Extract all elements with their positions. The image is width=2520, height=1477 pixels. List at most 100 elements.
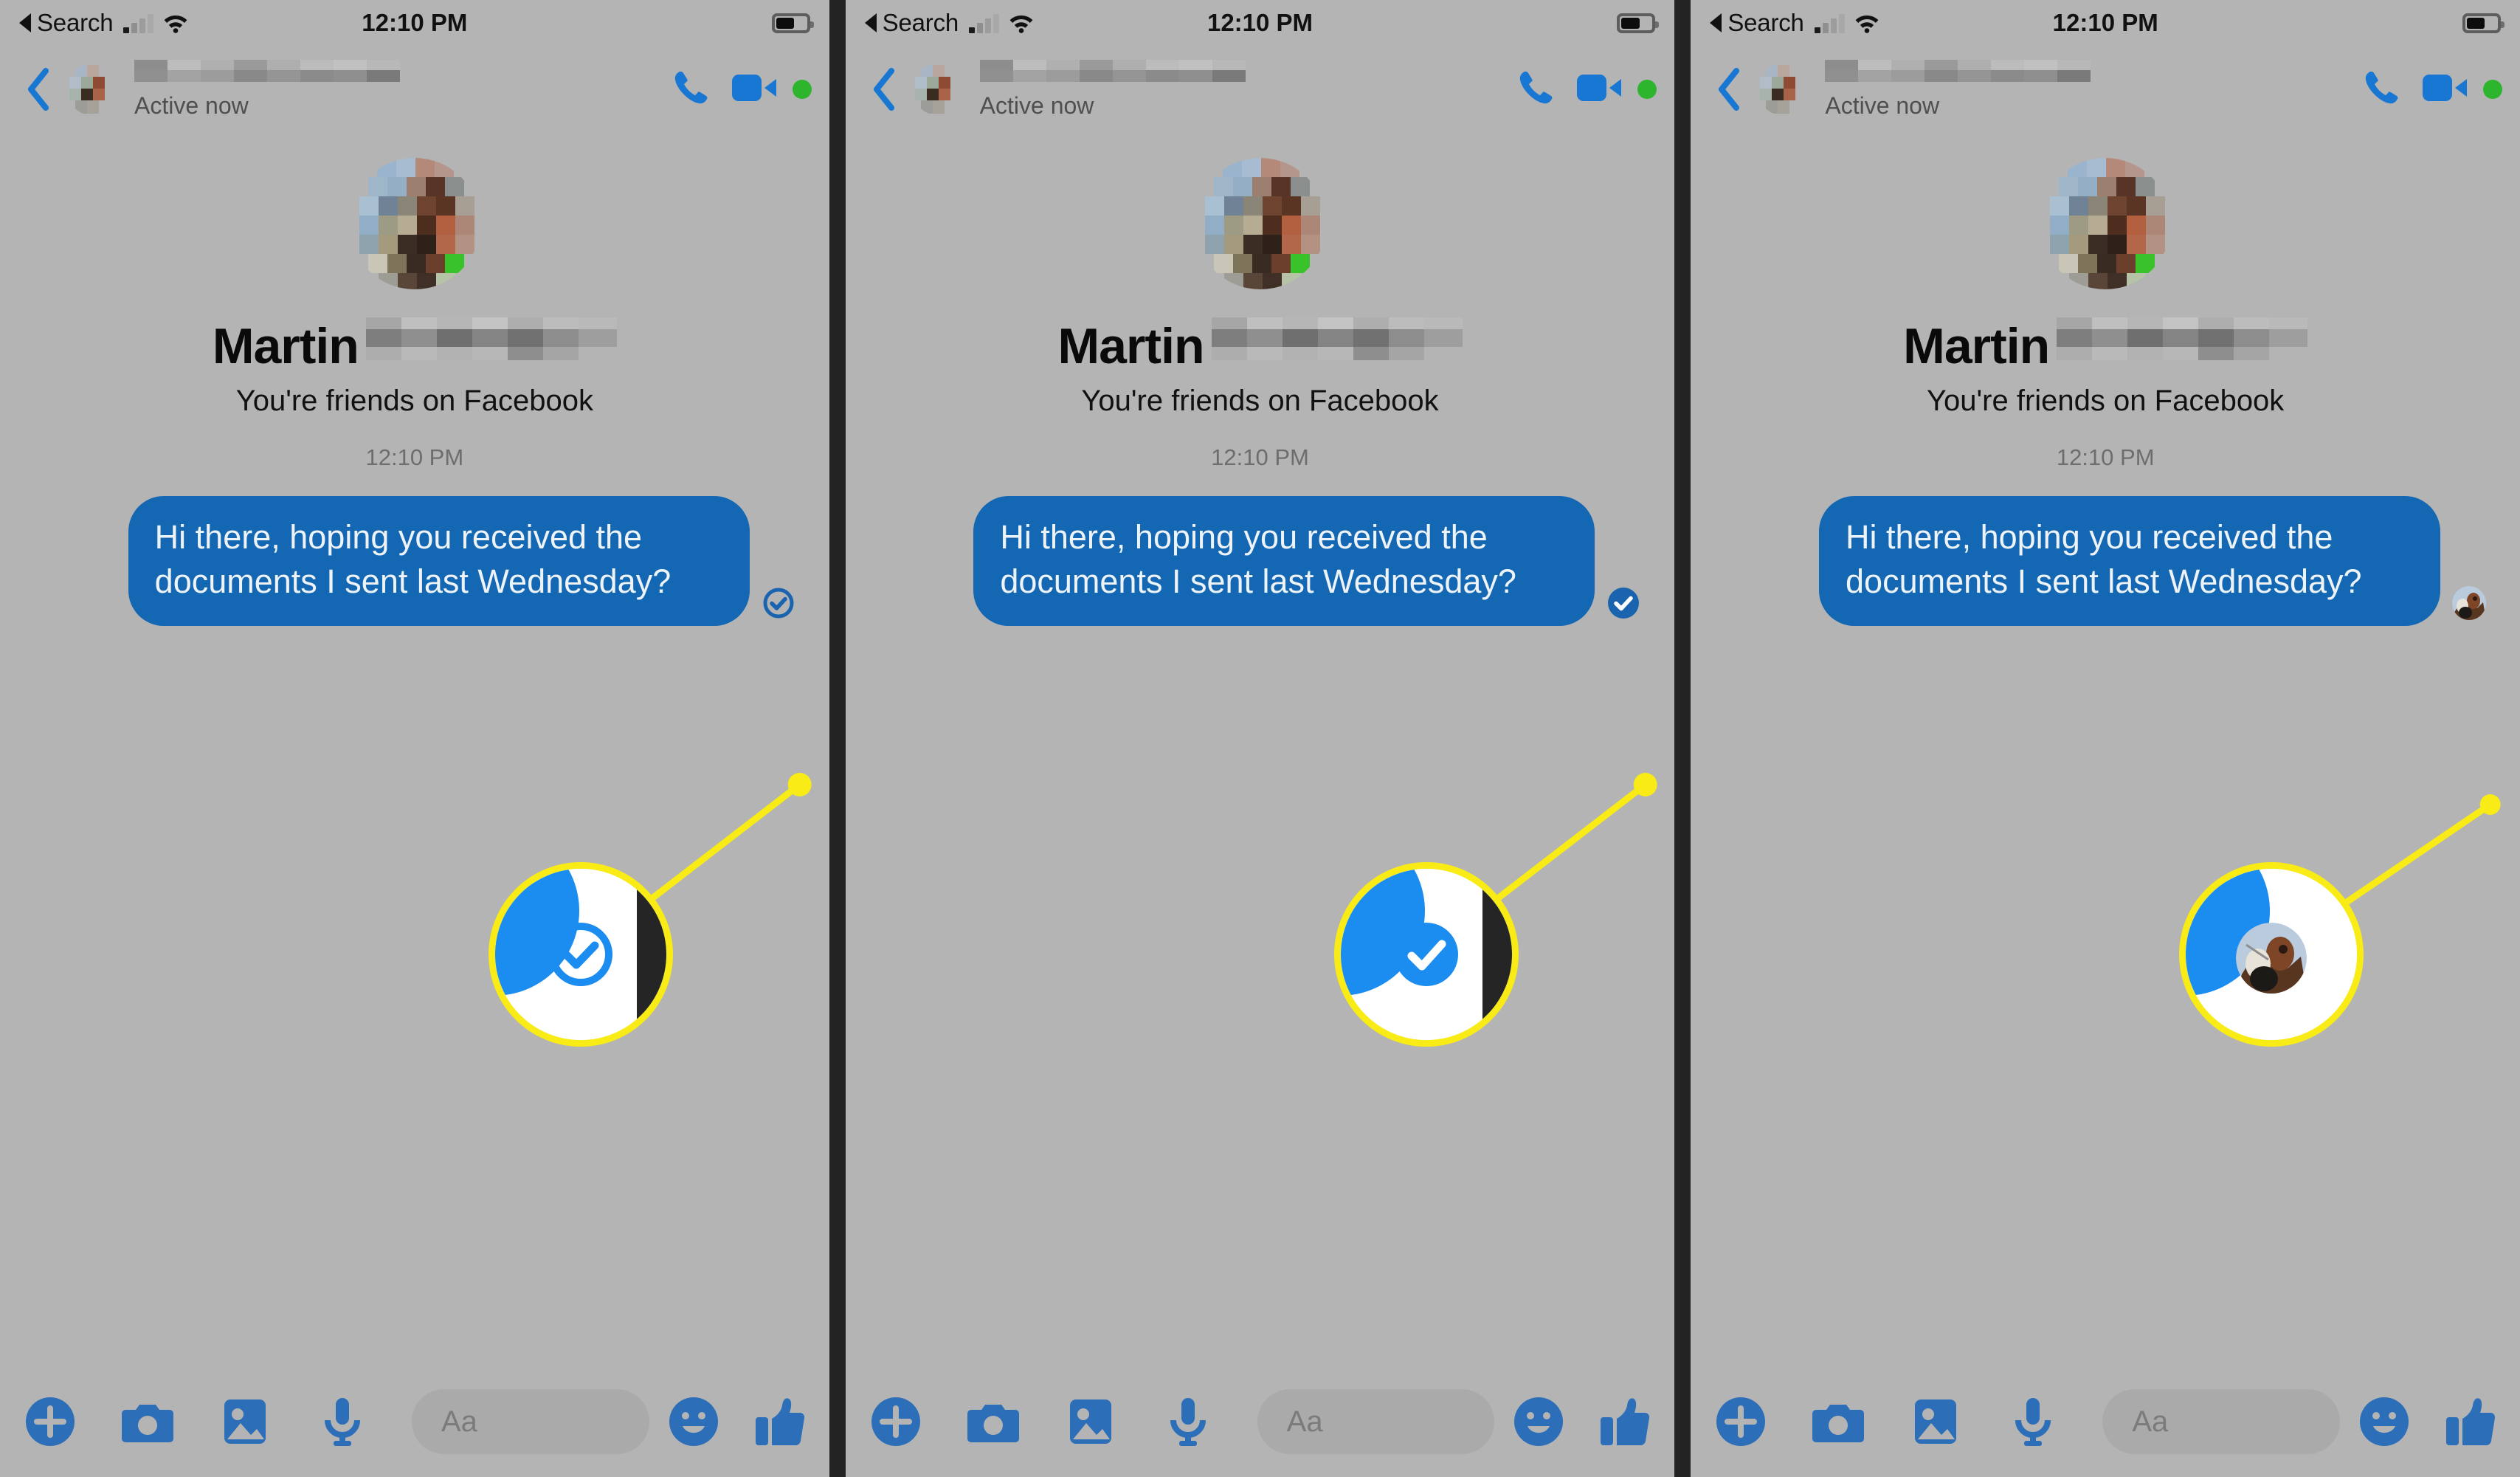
message-input[interactable]: Aa [412, 1389, 649, 1454]
battery-icon [2462, 13, 2505, 33]
status-bar-right [2462, 13, 2505, 33]
thumbs-up-icon[interactable] [751, 1394, 807, 1450]
presence-status: Active now [979, 92, 1094, 119]
thumbs-up-icon[interactable] [1596, 1394, 1652, 1450]
message-input[interactable]: Aa [1257, 1389, 1495, 1454]
nav-actions [1515, 67, 1657, 112]
phone-screen-1: Search 12:10 PM Active now Martin You're… [0, 0, 829, 1477]
gallery-icon[interactable] [1063, 1394, 1119, 1450]
emoji-smiley-icon[interactable] [1511, 1394, 1567, 1450]
wifi-icon [162, 13, 189, 33]
message-input-placeholder: Aa [441, 1405, 477, 1438]
contact-name-redacted [134, 59, 400, 89]
composer-bar: Aa [0, 1366, 829, 1477]
relationship-label: You're friends on Facebook [235, 385, 593, 417]
chevron-left-icon[interactable] [871, 68, 896, 111]
phone-screen-3: Search 12:10 PM Active now Martin You're… [1691, 0, 2520, 1477]
message-timestamp: 12:10 PM [1211, 444, 1309, 470]
signal-bars-icon [1814, 13, 1845, 33]
reader-avatar-icon[interactable] [2452, 585, 2487, 620]
contact-avatar[interactable] [911, 63, 964, 115]
contact-info: Active now [134, 59, 670, 120]
profile-last-name-redacted [2057, 317, 2308, 360]
camera-icon[interactable] [1810, 1394, 1866, 1450]
back-triangle-icon[interactable] [1710, 13, 1722, 32]
microphone-icon[interactable] [1160, 1394, 1216, 1450]
check-circle-outline-icon [545, 919, 616, 990]
profile-name-row: Martin [1691, 317, 2520, 371]
profile-name-row: Martin [0, 317, 829, 374]
plus-circle-icon[interactable] [868, 1394, 924, 1450]
plus-circle-icon[interactable] [1713, 1394, 1769, 1450]
phone-icon[interactable] [670, 67, 711, 112]
video-camera-icon[interactable] [1575, 71, 1623, 109]
status-back-label[interactable]: Search [1727, 9, 1804, 37]
status-bar-left[interactable]: Search [19, 9, 189, 37]
screenshot-root: Search 12:10 PM Active now Martin You're… [0, 0, 2520, 1477]
check-circle-outline-icon[interactable] [762, 586, 795, 620]
contact-avatar[interactable] [1757, 63, 1809, 115]
phone-icon[interactable] [1515, 67, 1556, 112]
phone-screen-2: Search 12:10 PM Active now Martin You're… [845, 0, 1675, 1477]
status-bar: Search 12:10 PM [1691, 0, 2520, 46]
microphone-icon[interactable] [2005, 1394, 2061, 1450]
presence-status: Active now [134, 92, 249, 119]
chevron-left-icon[interactable] [25, 68, 50, 111]
check-circle-filled-icon[interactable] [1606, 586, 1640, 620]
composer-bar: Aa [1691, 1366, 2520, 1477]
message-row: Hi there, hoping you received the docume… [846, 496, 1675, 626]
composer-bar: Aa [846, 1366, 1675, 1477]
contact-avatar[interactable] [66, 63, 118, 115]
status-bar-left[interactable]: Search [864, 9, 1035, 37]
status-back-label[interactable]: Search [883, 9, 959, 37]
panel-divider-2 [1674, 0, 1691, 1477]
presence-status: Active now [1825, 92, 1940, 119]
chevron-left-icon[interactable] [1716, 68, 1741, 111]
wifi-icon [1854, 13, 1880, 33]
message-input[interactable]: Aa [2102, 1389, 2341, 1454]
wifi-icon [1008, 13, 1035, 33]
profile-photo[interactable] [1194, 158, 1326, 289]
signal-bars-icon [969, 13, 1000, 33]
online-status-dot [792, 80, 812, 99]
nav-actions [670, 67, 812, 112]
status-back-label[interactable]: Search [37, 9, 114, 37]
message-bubble[interactable]: Hi there, hoping you received the docume… [1819, 496, 2441, 626]
microphone-icon[interactable] [314, 1394, 370, 1450]
video-camera-icon[interactable] [2421, 71, 2468, 109]
back-triangle-icon[interactable] [864, 13, 877, 32]
battery-icon [1617, 13, 1660, 33]
page-title: Martin [1057, 318, 1205, 374]
emoji-smiley-icon[interactable] [666, 1394, 722, 1450]
phone-icon[interactable] [2361, 67, 2402, 112]
relationship-label: You're friends on Facebook [1927, 385, 2285, 417]
magnifier-callout-3 [2179, 862, 2364, 1047]
profile-photo[interactable] [348, 158, 480, 289]
emoji-smiley-icon[interactable] [2356, 1394, 2412, 1450]
video-camera-icon[interactable] [731, 71, 778, 109]
conversation-nav-bar: Active now [0, 46, 829, 133]
reader-avatar-icon [2236, 922, 2307, 994]
contact-info: Active now [1825, 59, 2361, 120]
plus-circle-icon[interactable] [22, 1394, 78, 1450]
page-title: Martin [212, 318, 359, 374]
gallery-icon[interactable] [1908, 1394, 1964, 1450]
thumbs-up-icon[interactable] [2442, 1394, 2498, 1450]
panel-divider-1 [829, 0, 846, 1477]
message-bubble[interactable]: Hi there, hoping you received the docume… [128, 496, 750, 626]
conversation-nav-bar: Active now [1691, 46, 2520, 133]
battery-icon [771, 13, 814, 33]
profile-photo[interactable] [2040, 158, 2172, 289]
profile-last-name-redacted [365, 317, 617, 360]
profile-header: Martin You're friends on Facebook 12:10 … [1691, 133, 2520, 471]
status-bar-left[interactable]: Search [1710, 9, 1879, 37]
gallery-icon[interactable] [217, 1394, 273, 1450]
camera-icon[interactable] [120, 1394, 176, 1450]
message-timestamp: 12:10 PM [365, 444, 464, 470]
camera-icon[interactable] [965, 1394, 1021, 1450]
back-triangle-icon[interactable] [19, 13, 31, 32]
magnifier-callout-2 [1333, 862, 1519, 1047]
message-bubble[interactable]: Hi there, hoping you received the docume… [973, 496, 1595, 626]
status-bar: Search 12:10 PM [846, 0, 1675, 46]
message-row: Hi there, hoping you received the docume… [1691, 496, 2520, 626]
